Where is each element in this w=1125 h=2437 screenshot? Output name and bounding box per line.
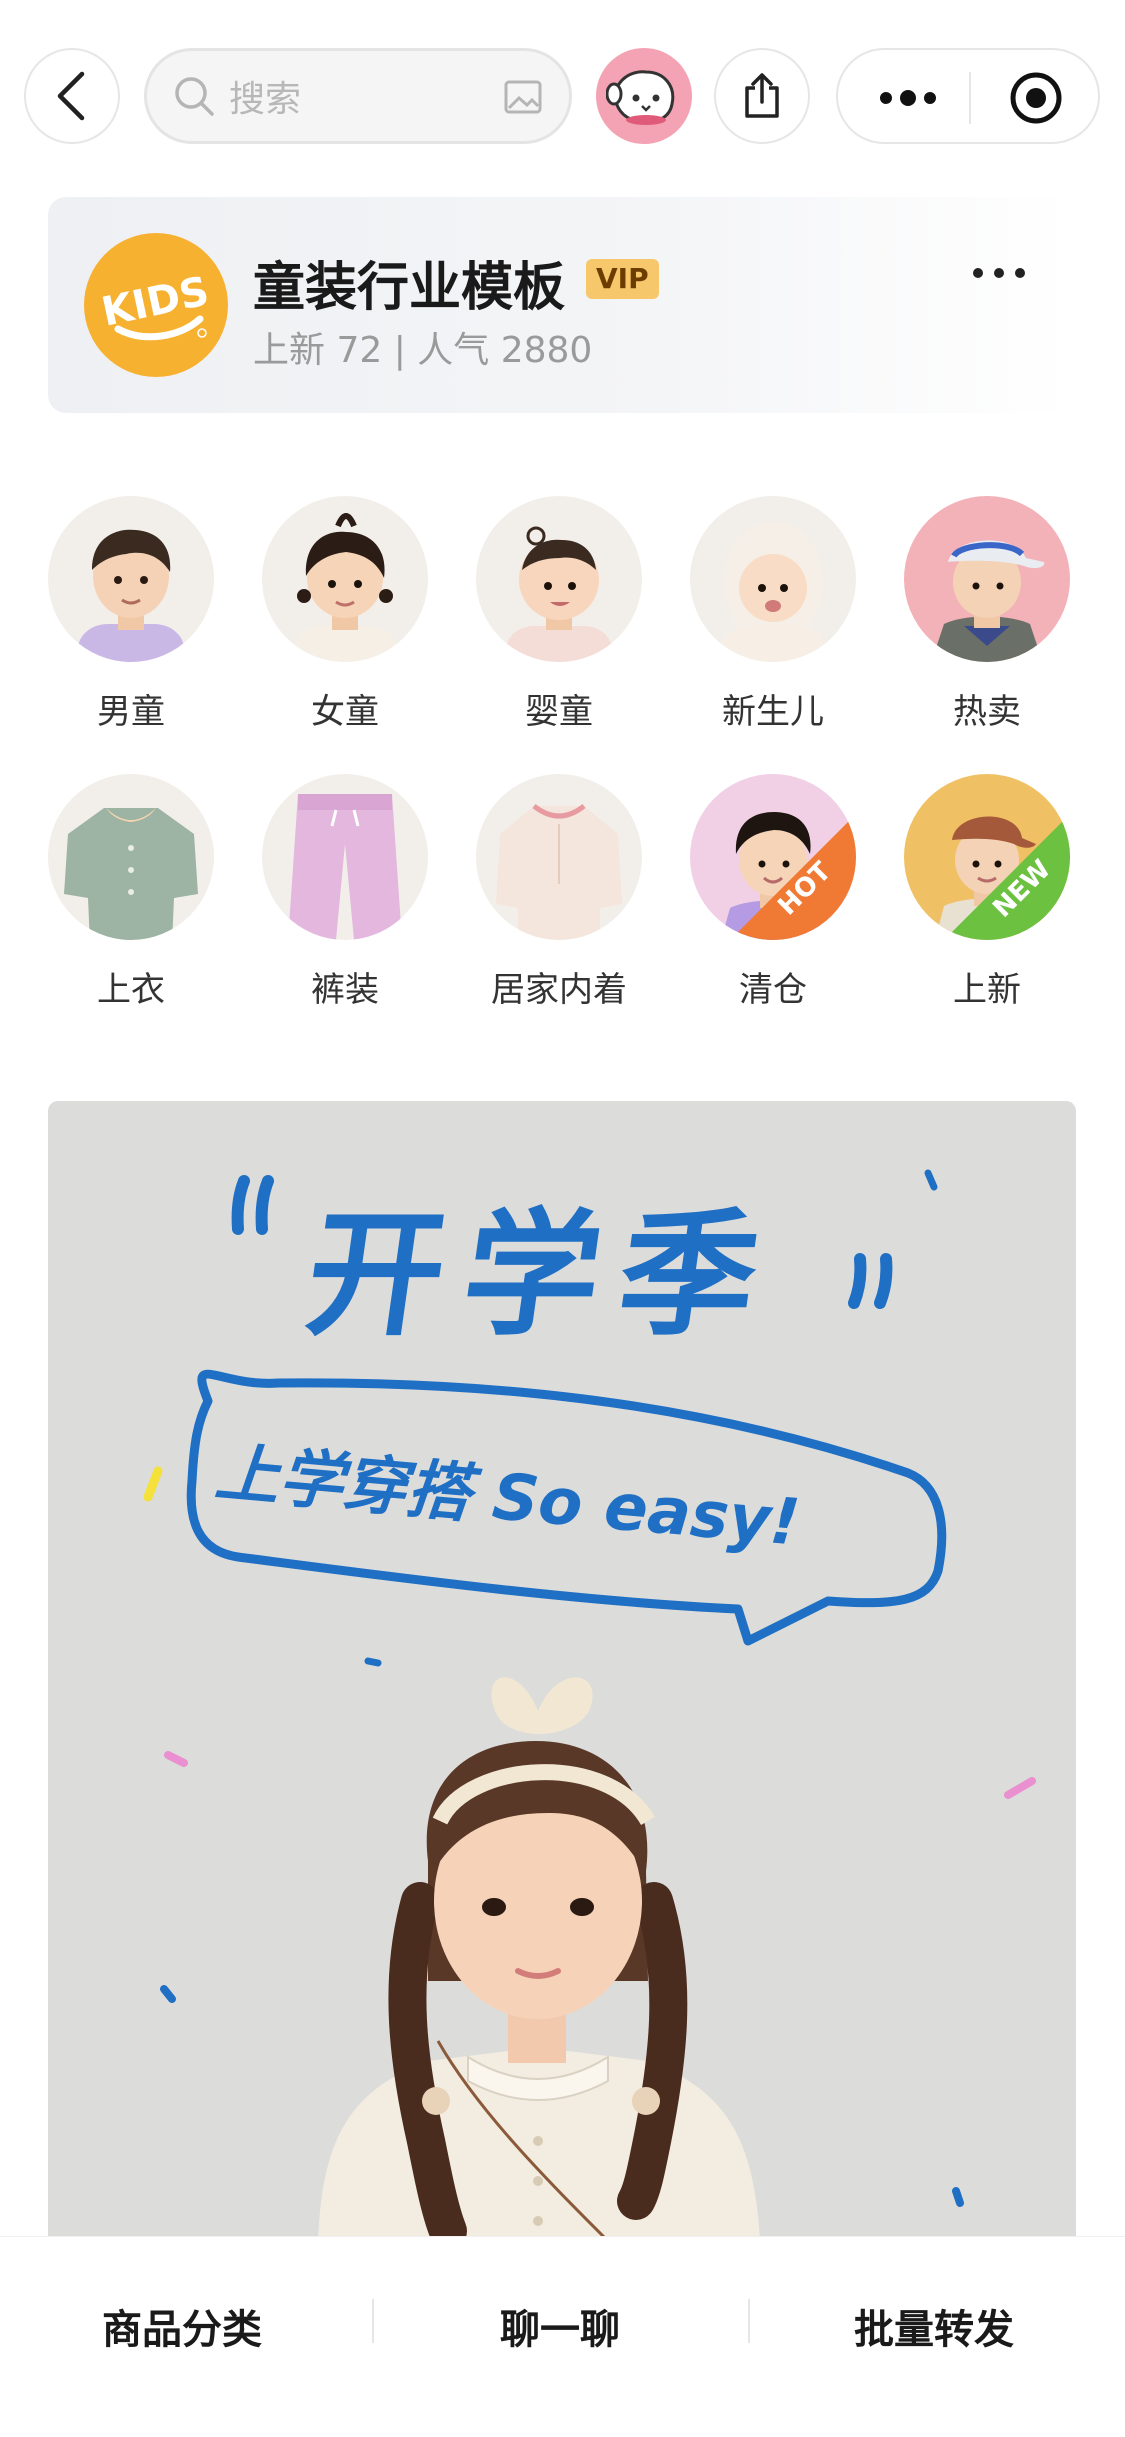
category-image: [690, 496, 856, 662]
category-item-boys[interactable]: 男童: [41, 496, 221, 756]
category-label: 新生儿: [722, 692, 824, 732]
chat-button[interactable]: 聊一聊: [500, 2297, 620, 2355]
category-image: [262, 774, 428, 940]
category-label: 男童: [97, 692, 165, 732]
category-image: [262, 496, 428, 662]
bottom-action-bar: 商品分类 聊一聊 批量转发: [0, 2236, 1125, 2437]
category-item-new-arrivals[interactable]: NEW 上新: [897, 774, 1077, 1034]
shop-header-card[interactable]: KIDS 童装行业模板 VIP 上新 72 | 人气 2880: [48, 197, 1076, 413]
category-image: [48, 496, 214, 662]
category-label: 上新: [953, 970, 1021, 1010]
share-button[interactable]: [714, 48, 810, 144]
category-image: [48, 774, 214, 940]
category-label: 清仓: [739, 970, 807, 1010]
category-item-homewear[interactable]: 居家内着: [469, 774, 649, 1034]
top-nav-bar: 搜索: [0, 0, 1125, 190]
category-label: 上衣: [97, 970, 165, 1010]
category-item-clearance[interactable]: HOT 清仓: [683, 774, 863, 1034]
search-placeholder: 搜索: [229, 79, 302, 120]
search-icon: [175, 77, 214, 116]
category-item-tops[interactable]: 上衣: [41, 774, 221, 1034]
more-options-icon[interactable]: [878, 80, 938, 116]
category-label: 婴童: [525, 692, 593, 732]
category-item-baby[interactable]: 婴童: [469, 496, 649, 756]
model-girl-illustration: [318, 1677, 760, 2241]
back-button[interactable]: [24, 48, 120, 144]
vip-badge: VIP: [586, 259, 659, 299]
category-label: 女童: [311, 692, 379, 732]
category-image: NEW: [904, 774, 1070, 940]
category-label: 居家内着: [491, 970, 627, 1010]
category-label: 热卖: [953, 692, 1021, 732]
capsule-divider: [969, 72, 971, 124]
close-program-icon[interactable]: [1008, 70, 1064, 126]
banner-headline: 开学季: [297, 1197, 788, 1355]
promo-banner[interactable]: 开学季 上学穿搭 So easy!: [48, 1101, 1076, 2241]
kids-logo-icon: KIDS: [98, 268, 213, 341]
more-options-icon[interactable]: [972, 265, 1026, 281]
image-search-icon[interactable]: [503, 77, 543, 117]
share-icon: [745, 73, 779, 118]
mascot-icon: [606, 70, 675, 125]
category-label: 裤装: [311, 970, 379, 1010]
category-item-newborn[interactable]: 新生儿: [683, 496, 863, 756]
shop-stats: 上新 72 | 人气 2880: [253, 330, 593, 371]
mascot-avatar-button[interactable]: [596, 48, 692, 144]
search-bar[interactable]: 搜索: [144, 48, 572, 144]
mini-program-capsule: [836, 48, 1100, 144]
category-item-hot-sale[interactable]: 热卖: [897, 496, 1077, 756]
category-image: [476, 774, 642, 940]
chevron-left-icon: [57, 71, 85, 121]
bottom-divider: [372, 2299, 374, 2343]
category-image: [904, 496, 1070, 662]
bottom-divider: [748, 2299, 750, 2343]
category-button[interactable]: 商品分类: [102, 2297, 262, 2355]
shop-name: 童装行业模板: [253, 258, 566, 318]
category-image: HOT: [690, 774, 856, 940]
shop-logo[interactable]: KIDS: [84, 233, 228, 377]
category-item-pants[interactable]: 裤装: [255, 774, 435, 1034]
category-image: [476, 496, 642, 662]
batch-forward-button[interactable]: 批量转发: [854, 2297, 1014, 2355]
category-item-girls[interactable]: 女童: [255, 496, 435, 756]
